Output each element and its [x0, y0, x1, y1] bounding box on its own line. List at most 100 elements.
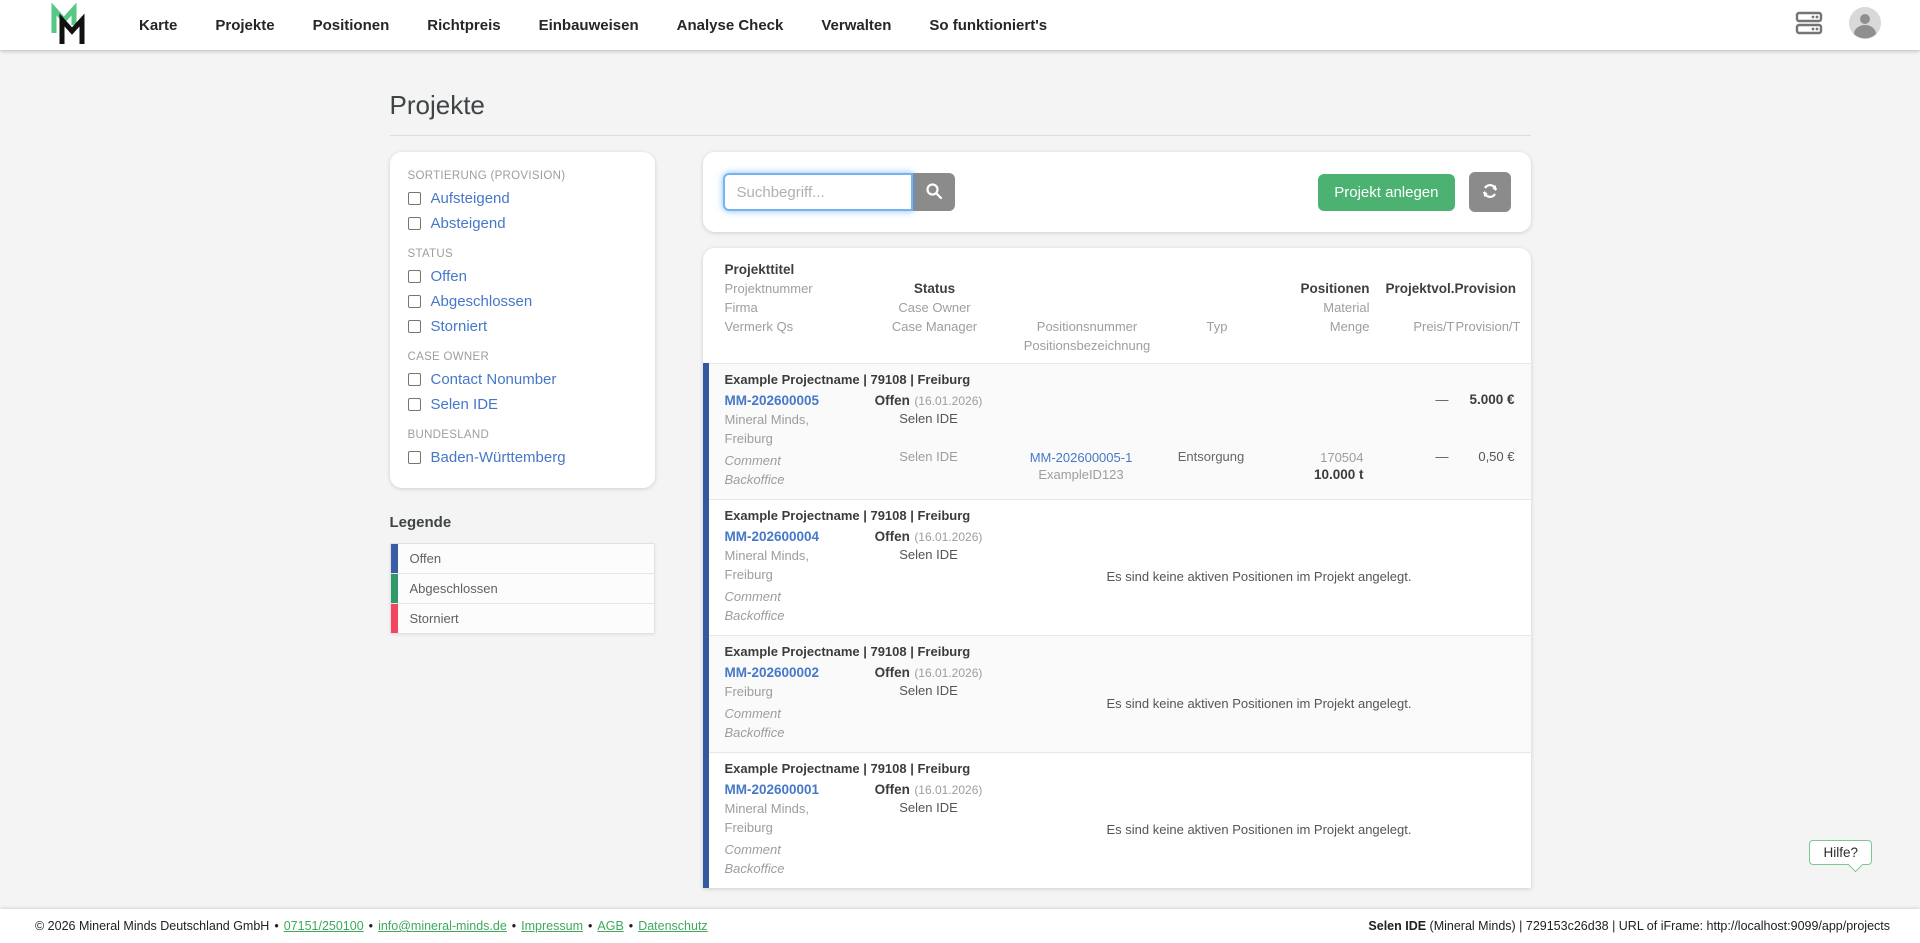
filter-label: Contact Nonumber [430, 371, 557, 388]
checkbox-offen[interactable] [407, 270, 421, 283]
legend-label: Offen [409, 551, 442, 566]
refresh-icon [1481, 182, 1499, 203]
filter-label: Offen [430, 268, 467, 285]
header-case-manager: Case Manager [891, 319, 978, 334]
nav-item-verwalten[interactable]: Verwalten [821, 17, 891, 34]
legend: Offen Abgeschlossen Storniert [389, 543, 655, 634]
header-projekttitel: Projekttitel [724, 262, 795, 277]
help-button[interactable]: Hilfe? [1809, 840, 1872, 865]
legend-color-offen [390, 544, 398, 573]
create-project-button[interactable]: Projekt anlegen [1318, 173, 1455, 211]
top-navbar: Karte Projekte Positionen Richtpreis Ein… [0, 0, 1920, 50]
user-avatar-icon[interactable] [1848, 6, 1882, 45]
project-firma: Freiburg [724, 820, 773, 835]
status-label: Offen [874, 665, 910, 680]
checkbox-abgeschlossen[interactable] [407, 295, 421, 308]
table-row[interactable]: Example Projectname | 79108 | Freiburg M… [708, 363, 1531, 499]
checkbox-baden-wuerttemberg[interactable] [407, 451, 421, 464]
search-input[interactable] [722, 173, 913, 211]
filter-option-storniert[interactable]: Storniert [407, 314, 637, 339]
provision-value: 5.000 € [1469, 392, 1515, 407]
checkbox-contact-nonumber[interactable] [407, 373, 421, 386]
project-firma: Freiburg [724, 684, 773, 699]
checkbox-absteigend[interactable] [407, 217, 421, 230]
search-button[interactable] [912, 173, 955, 211]
position-number-link[interactable]: MM-202600005-1 [1004, 449, 1159, 466]
legend-title: Legende [389, 514, 452, 531]
project-number-link[interactable]: MM-202600005 [725, 392, 854, 410]
legend-color-abgeschlossen [390, 574, 398, 603]
header-typ: Typ [1206, 319, 1228, 334]
session-details: (Mineral Minds) | 729153c26d38 | URL of … [1426, 919, 1890, 933]
footer-agb-link[interactable]: AGB [597, 919, 623, 933]
footer-email-link[interactable]: info@mineral-minds.de [378, 919, 507, 933]
footer-phone-link[interactable]: 07151/250100 [284, 919, 364, 933]
nav-item-analyse-check[interactable]: Analyse Check [677, 17, 784, 34]
project-vermerk: Comment [724, 453, 781, 468]
footer-datenschutz-link[interactable]: Datenschutz [638, 919, 707, 933]
project-number-link[interactable]: MM-202600002 [725, 664, 854, 682]
project-vermerk: Backoffice [724, 861, 785, 876]
legend-item-storniert: Storniert [390, 604, 654, 633]
status-label: Offen [874, 529, 910, 544]
refresh-button[interactable] [1468, 172, 1511, 212]
project-title: Example Projectname | 79108 | Freiburg [724, 508, 971, 523]
table-row[interactable]: Example Projectname | 79108 | Freiburg M… [708, 499, 1531, 635]
footer-impressum-link[interactable]: Impressum [521, 919, 583, 933]
filter-option-selen-ide[interactable]: Selen IDE [407, 392, 637, 417]
header-projektvol: Projektvol. [1385, 281, 1455, 296]
case-manager: Selen IDE [899, 448, 958, 464]
project-title: Example Projectname | 79108 | Freiburg [724, 644, 971, 659]
position-preis: — [1435, 448, 1449, 464]
legend-label: Storniert [409, 611, 459, 626]
checkbox-aufsteigend[interactable] [407, 192, 421, 205]
case-owner: Selen IDE [899, 683, 958, 698]
nav-item-einbauweisen[interactable]: Einbauweisen [539, 17, 639, 34]
case-owner: Selen IDE [899, 411, 958, 426]
main-menu: Karte Projekte Positionen Richtpreis Ein… [139, 17, 1047, 34]
project-vermerk: Backoffice [724, 608, 785, 623]
filter-label: Absteigend [430, 215, 506, 232]
filter-option-absteigend[interactable]: Absteigend [407, 211, 637, 236]
filter-option-contact-nonumber[interactable]: Contact Nonumber [407, 367, 637, 392]
project-number-link[interactable]: MM-202600004 [725, 528, 854, 546]
table-row[interactable]: Example Projectname | 79108 | Freiburg M… [708, 752, 1531, 888]
mineral-minds-logo-icon[interactable] [45, 3, 103, 47]
filter-label: Aufsteigend [430, 190, 510, 207]
nav-item-projekte[interactable]: Projekte [215, 17, 274, 34]
header-col-provision: Provision Provision/T [1454, 260, 1521, 355]
table-header: Projekttitel Projektnummer Firma Vermerk… [703, 248, 1531, 363]
project-vermerk: Comment [724, 706, 781, 721]
position-provision: 0,50 € [1478, 448, 1515, 464]
filter-option-abgeschlossen[interactable]: Abgeschlossen [407, 289, 637, 314]
status-date: (16.01.2026) [914, 394, 983, 408]
filter-option-aufsteigend[interactable]: Aufsteigend [407, 186, 637, 211]
nav-item-positionen[interactable]: Positionen [313, 17, 390, 34]
project-number-link[interactable]: MM-202600001 [725, 781, 854, 799]
project-firma: Mineral Minds, [724, 801, 810, 816]
checkbox-selen-ide[interactable] [407, 398, 421, 411]
legend-item-abgeschlossen: Abgeschlossen [390, 574, 654, 604]
server-icon[interactable] [1794, 8, 1824, 43]
filter-option-baden-wuerttemberg[interactable]: Baden-Württemberg [407, 445, 637, 470]
header-provision: Provision [1454, 281, 1517, 296]
footer-separator: • [588, 919, 593, 933]
header-positionsnummer: Positionsnummer [1036, 319, 1138, 334]
header-col-typ: Typ [1165, 260, 1270, 355]
project-vermerk: Backoffice [724, 725, 785, 740]
header-col-projektvol: Projektvol. Preis/T [1370, 260, 1455, 355]
position-name: ExampleID123 [1038, 466, 1124, 482]
filter-section-bundesland: BUNDESLAND [407, 429, 490, 441]
footer-separator: • [628, 919, 634, 933]
checkbox-storniert[interactable] [407, 320, 421, 333]
footer-separator: • [274, 919, 279, 933]
search-icon [925, 182, 943, 203]
nav-item-so-funktionierts[interactable]: So funktioniert's [929, 17, 1047, 34]
project-title: Example Projectname | 79108 | Freiburg [724, 372, 971, 387]
nav-item-richtpreis[interactable]: Richtpreis [427, 17, 500, 34]
page-title: Projekte [389, 90, 485, 120]
table-row[interactable]: Example Projectname | 79108 | Freiburg M… [708, 635, 1531, 752]
filter-option-offen[interactable]: Offen [407, 264, 637, 289]
header-positionen: Positionen [1300, 281, 1370, 296]
nav-item-karte[interactable]: Karte [139, 17, 177, 34]
